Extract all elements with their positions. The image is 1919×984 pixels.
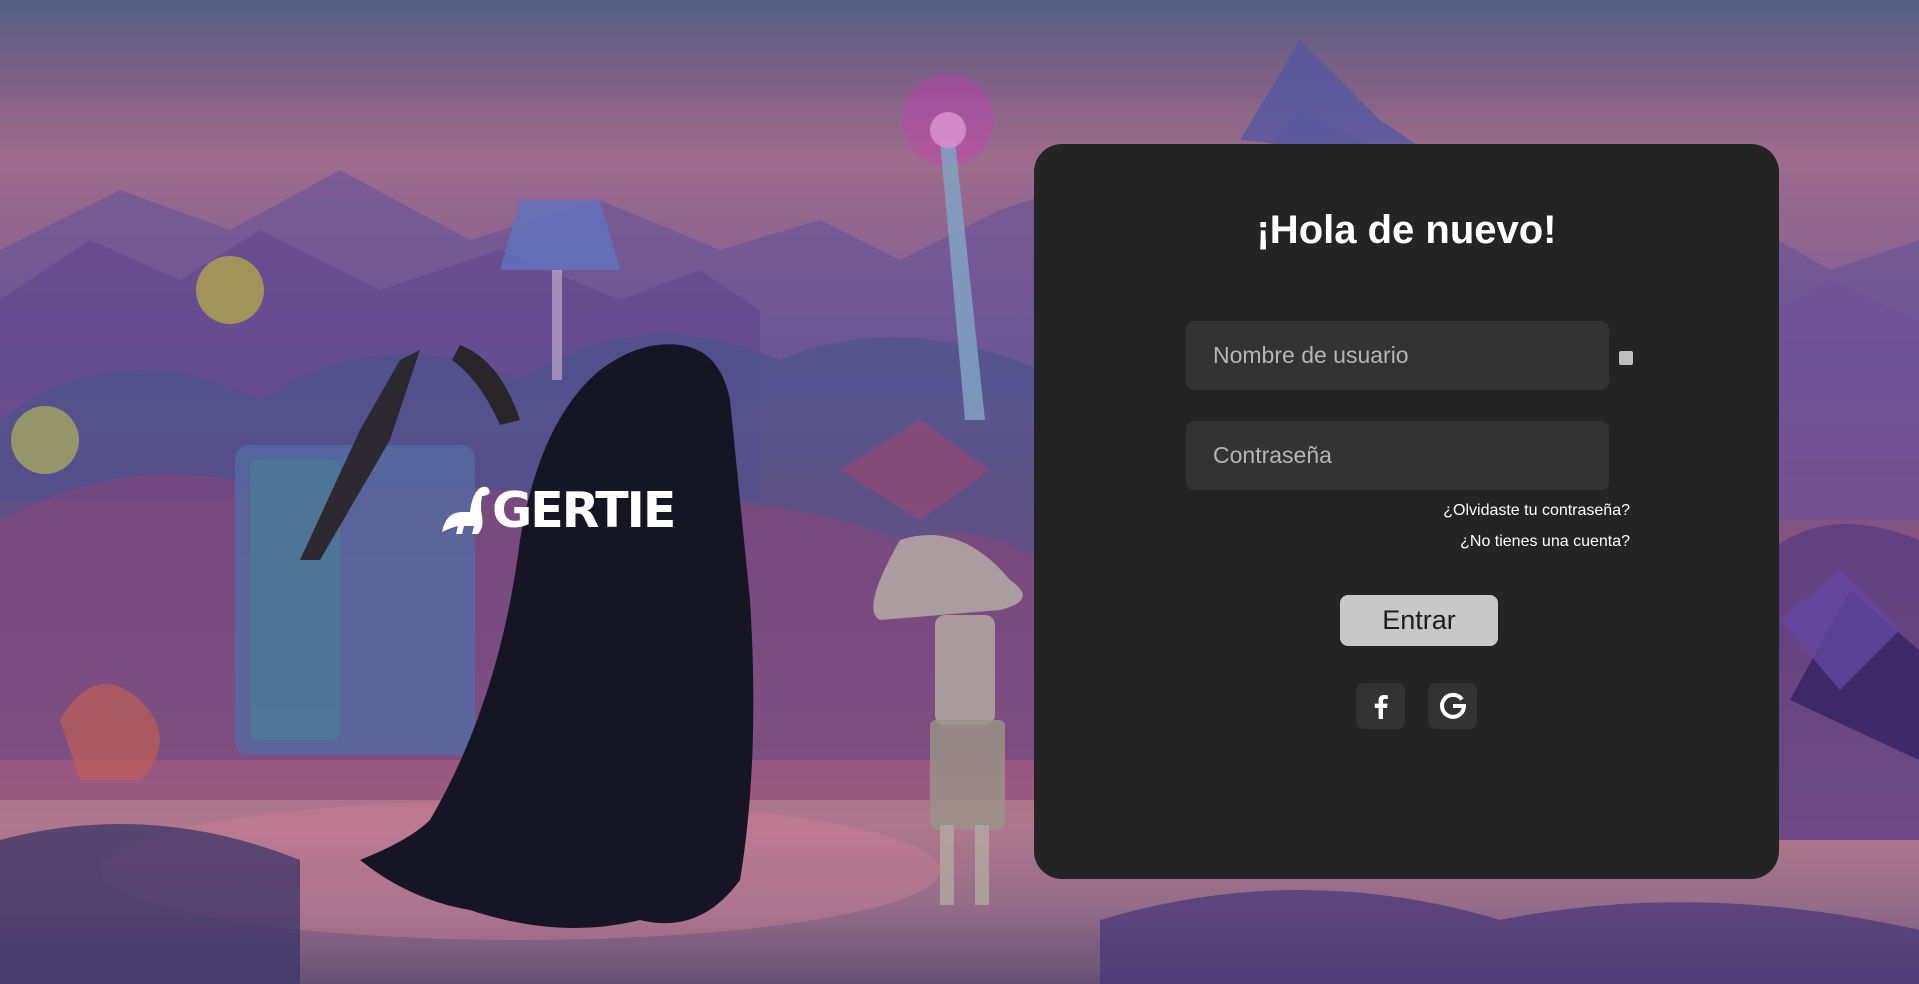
username-input[interactable] xyxy=(1186,321,1609,390)
facebook-login-button[interactable] xyxy=(1356,683,1405,729)
forgot-password-link[interactable]: ¿Olvidaste tu contraseña? xyxy=(1443,503,1630,519)
password-input[interactable] xyxy=(1186,421,1609,490)
brand-name: GERTIE xyxy=(492,481,676,539)
dino-icon xyxy=(442,486,490,534)
login-page: GERTIE ¡Hola de nuevo! ¿Olvidaste tu con… xyxy=(0,0,1919,984)
brand-logo: GERTIE xyxy=(436,480,686,540)
signup-link[interactable]: ¿No tienes una cuenta? xyxy=(1460,534,1630,550)
facebook-icon xyxy=(1374,695,1388,719)
login-button[interactable]: Entrar xyxy=(1340,595,1498,646)
google-icon xyxy=(1439,692,1466,719)
login-card xyxy=(1034,144,1779,879)
page-title: ¡Hola de nuevo! xyxy=(1256,208,1557,252)
google-login-button[interactable] xyxy=(1428,683,1477,729)
field-indicator xyxy=(1619,351,1633,365)
